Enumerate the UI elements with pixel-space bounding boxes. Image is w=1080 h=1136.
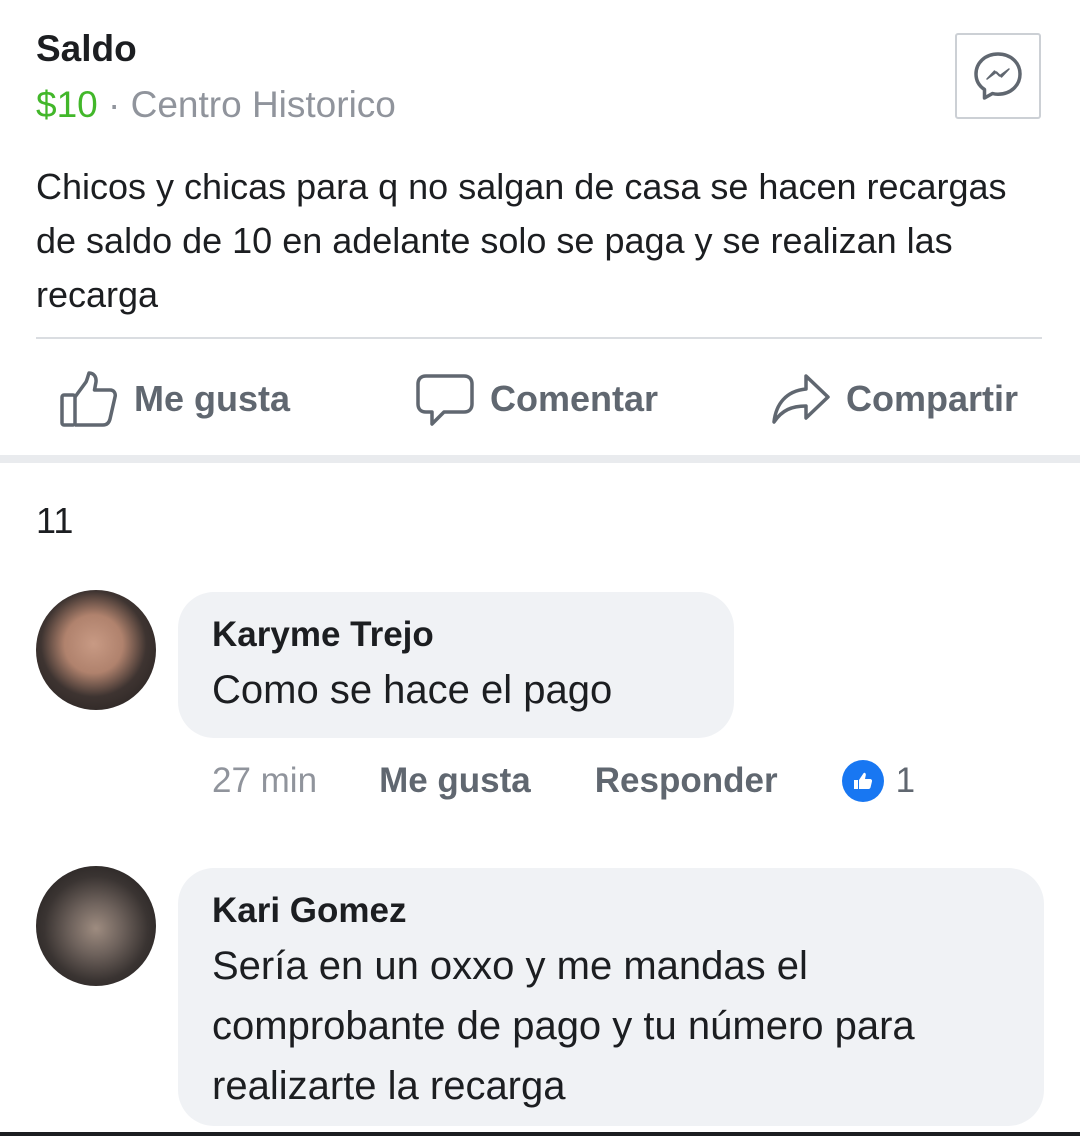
divider: [36, 337, 1042, 339]
reaction-count: 1: [895, 761, 916, 800]
comment-button[interactable]: Comentar: [414, 367, 658, 431]
like-reaction-icon: [841, 760, 884, 802]
like-label: Me gusta: [134, 378, 291, 419]
listing-title: Saldo: [36, 28, 137, 69]
share-button[interactable]: Compartir: [770, 367, 1018, 431]
speech-bubble-icon: [416, 374, 474, 426]
listing-description: Chicos y chicas para q no salgan de casa…: [36, 166, 1007, 315]
thumbs-up-icon: [60, 371, 117, 427]
comment-text: Como se hace el pago: [212, 668, 613, 712]
comment-reactions[interactable]: 1: [841, 760, 916, 802]
listing-subtitle: $10 · Centro Historico: [36, 84, 396, 126]
price-location-separator: ·: [97, 84, 131, 125]
comment-text: Sería en un oxxo y me mandas el comproba…: [212, 944, 915, 1108]
messenger-icon: [974, 52, 1022, 100]
comment-bubble: Kari Gomez Sería en un oxxo y me mandas …: [178, 868, 1044, 1126]
comment-author[interactable]: Kari Gomez: [212, 886, 1010, 936]
listing-price: $10: [36, 84, 98, 125]
like-button[interactable]: Me gusta: [58, 367, 290, 431]
avatar[interactable]: [36, 866, 156, 986]
listing-location[interactable]: Centro Historico: [131, 84, 396, 125]
comment-bubble: Karyme Trejo Como se hace el pago: [178, 592, 734, 738]
bottom-border: [0, 1132, 1080, 1136]
share-arrow-icon: [772, 374, 830, 424]
comment-author[interactable]: Karyme Trejo: [212, 610, 700, 660]
comment-like-button[interactable]: Me gusta: [379, 761, 531, 801]
comment-reply-button[interactable]: Responder: [595, 761, 778, 801]
avatar[interactable]: [36, 590, 156, 710]
section-separator: [0, 455, 1080, 463]
share-label: Compartir: [846, 378, 1019, 419]
messenger-button[interactable]: [955, 33, 1041, 119]
comment-actions: 27 min Me gusta Responder 1: [212, 756, 915, 806]
comment-label: Comentar: [490, 378, 659, 419]
comment-count[interactable]: 11: [36, 500, 73, 542]
comment-timestamp[interactable]: 27 min: [212, 761, 317, 801]
